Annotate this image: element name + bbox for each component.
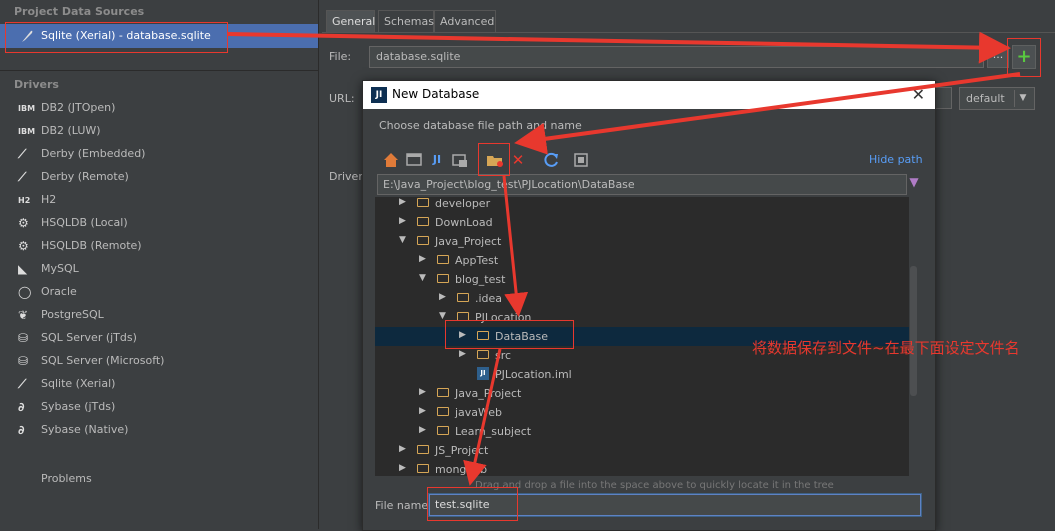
annotation-arrows (227, 31, 1021, 486)
arrow-to-database-folder (502, 175, 529, 317)
arrow-to-add-button (227, 31, 1011, 64)
arrow-to-file-name (463, 348, 502, 486)
arrow-to-new-folder (514, 72, 1021, 155)
annotation-text: 将数据保存到文件~在最下面设定文件名 (752, 339, 1020, 357)
